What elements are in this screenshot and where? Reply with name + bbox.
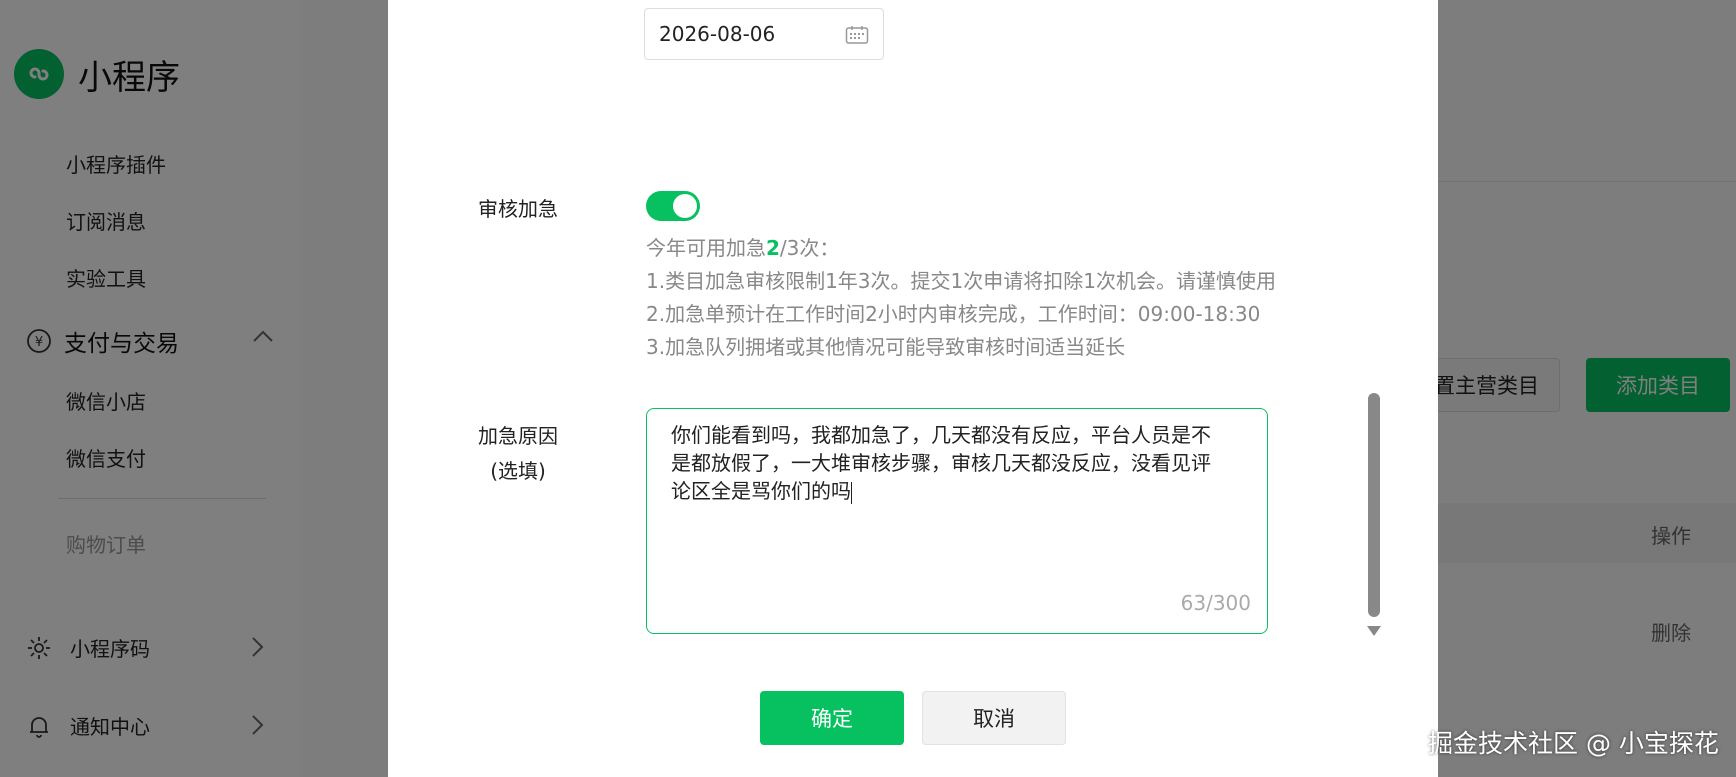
reason-textarea[interactable]: 你们能看到吗，我都加急了，几天都没有反应，平台人员是不 是都放假了，一大堆审核步… bbox=[646, 408, 1268, 634]
hint-count: 2 bbox=[766, 236, 780, 260]
reason-label-line-2: (选填) bbox=[490, 459, 546, 483]
urgent-review-toggle[interactable] bbox=[646, 191, 700, 221]
text-caret bbox=[851, 481, 852, 504]
char-counter: 63/300 bbox=[1180, 591, 1251, 615]
urgent-review-label: 审核加急 bbox=[478, 197, 558, 221]
cancel-button[interactable]: 取消 bbox=[922, 691, 1066, 745]
scroll-down-arrow-icon[interactable] bbox=[1367, 626, 1381, 636]
toggle-knob bbox=[673, 194, 697, 218]
hint-rule-2: 2.加急单预计在工作时间2小时内审核完成，工作时间：09:00-18:30 bbox=[646, 302, 1261, 326]
urgent-quota-hint: 今年可用加急2/3次： bbox=[646, 232, 839, 261]
reason-text-line-2: 是都放假了，一大堆审核步骤，审核几天都没反应，没看见评 bbox=[671, 451, 1211, 475]
calendar-icon[interactable] bbox=[845, 25, 869, 45]
reason-label: 加急原因 (选填) bbox=[478, 420, 558, 484]
hint-prefix: 今年可用加急 bbox=[646, 236, 766, 260]
hint-rule-1: 1.类目加急审核限制1年3次。提交1次申请将扣除1次机会。请谨慎使用 bbox=[646, 269, 1276, 293]
hint-rule-3: 3.加急队列拥堵或其他情况可能导致审核时间适当延长 bbox=[646, 335, 1126, 359]
reason-text-line-1: 你们能看到吗，我都加急了，几天都没有反应，平台人员是不 bbox=[671, 423, 1211, 447]
reason-label-line-1: 加急原因 bbox=[478, 424, 558, 448]
date-value: 2026-08-06 bbox=[659, 22, 776, 46]
date-input[interactable]: 2026-08-06 bbox=[644, 8, 884, 60]
confirm-button[interactable]: 确定 bbox=[760, 691, 904, 745]
watermark: 掘金技术社区 @ 小宝探花 bbox=[1428, 729, 1719, 758]
dialog-scrollbar-thumb[interactable] bbox=[1368, 393, 1380, 617]
urgent-review-dialog bbox=[388, 0, 1438, 777]
hint-suffix: /3次： bbox=[779, 236, 840, 260]
reason-text-line-3: 论区全是骂你们的吗 bbox=[671, 479, 851, 503]
